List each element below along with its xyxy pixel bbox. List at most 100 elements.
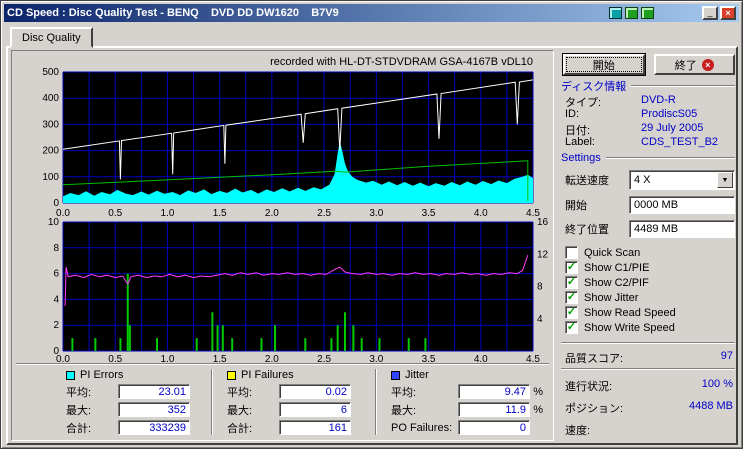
- speed-value: 4 X: [634, 174, 651, 186]
- stat-label: 最大:: [391, 404, 417, 417]
- checkbox-show-read-speed[interactable]: ✓ Show Read Speed: [565, 306, 676, 319]
- disc-type-value: DVD-R: [641, 94, 676, 106]
- stat-value: 0.02: [279, 384, 351, 399]
- checkbox-box[interactable]: ✓: [565, 261, 578, 274]
- stat-row: 合計: 333239: [66, 420, 190, 435]
- checkbox-show-write-speed[interactable]: ✓ Show Write Speed: [565, 321, 675, 334]
- stat-row: 合計: 161: [227, 420, 351, 435]
- position-label: ポジション:: [565, 403, 624, 415]
- stat-label: 最大:: [227, 404, 253, 417]
- svg-text:2: 2: [53, 320, 59, 331]
- app-window: CD Speed : Disc Quality Test - BENQ DVD …: [0, 0, 743, 449]
- settings-header: Settings: [561, 152, 735, 164]
- tab-disc-quality[interactable]: Disc Quality: [10, 27, 93, 48]
- stat-label: 平均:: [391, 386, 417, 399]
- svg-text:10: 10: [48, 217, 60, 228]
- start-position-input[interactable]: 0000 MB: [629, 196, 735, 214]
- stat-row: PO Failures: 0: [391, 420, 543, 435]
- dropdown-button[interactable]: ▼: [717, 172, 733, 188]
- stat-value: 161: [279, 420, 351, 435]
- jitter-swatch: [391, 370, 400, 380]
- pi-errors-swatch: [66, 370, 75, 380]
- disc-label-value: CDS_TEST_B2: [641, 136, 719, 148]
- stat-row: 平均: 23.01: [66, 384, 190, 399]
- end-position-row: 終了位置 4489 MB: [565, 220, 735, 238]
- check-icon: ✓: [566, 306, 577, 318]
- checkbox-box[interactable]: ✓: [565, 276, 578, 289]
- checkbox-box[interactable]: ✓: [565, 291, 578, 304]
- svg-text:500: 500: [42, 67, 59, 78]
- svg-text:8: 8: [537, 282, 543, 293]
- stat-value: 9.47: [458, 384, 530, 399]
- progress-label: 進行状況:: [565, 381, 613, 393]
- stat-value: 23.01: [118, 384, 190, 399]
- speed-select[interactable]: 4 X ▼: [629, 170, 735, 190]
- stat-label: 合計:: [227, 422, 253, 435]
- titlebar[interactable]: CD Speed : Disc Quality Test - BENQ DVD …: [4, 4, 739, 22]
- checkbox-show-jitter[interactable]: ✓ Show Jitter: [565, 291, 638, 304]
- book-icon[interactable]: [641, 7, 654, 19]
- stat-value: 333239: [118, 420, 190, 435]
- stat-label: 最大:: [66, 404, 92, 417]
- svg-text:4: 4: [537, 314, 543, 325]
- end-position-label: 終了位置: [565, 224, 609, 236]
- stat-value: 352: [118, 402, 190, 417]
- checkbox-label: Show C1/PIE: [584, 261, 650, 274]
- start-position-label: 開始: [565, 200, 587, 212]
- progress-row: 進行状況: 100 %: [565, 378, 733, 393]
- pi-errors-legend-label: PI Errors: [80, 369, 124, 381]
- checkbox-label: Show Write Speed: [584, 321, 675, 334]
- close-icon: ×: [725, 7, 731, 18]
- disc-type-label: タイプ:: [565, 97, 602, 109]
- svg-text:8: 8: [53, 243, 59, 254]
- stat-unit: %: [533, 403, 543, 416]
- check-icon: ✓: [566, 291, 577, 303]
- minimize-button[interactable]: _: [702, 6, 718, 20]
- check-icon: ✓: [566, 276, 577, 288]
- checkbox-box[interactable]: ✓: [565, 306, 578, 319]
- disc-icon[interactable]: [625, 7, 638, 19]
- speed-row: 転送速度 4 X ▼: [565, 170, 735, 190]
- tab-page: recorded with HL-DT-STDVDRAM GSA-4167B v…: [6, 46, 738, 445]
- disc-date-row: 日付: 29 July 2005: [565, 122, 735, 137]
- checkbox-box[interactable]: ✓: [565, 321, 578, 334]
- progress-value: 100 %: [701, 378, 733, 390]
- check-icon: ✓: [566, 321, 577, 333]
- svg-text:200: 200: [42, 146, 59, 157]
- separator: [561, 368, 735, 370]
- exit-button[interactable]: 終了 ×: [653, 54, 735, 75]
- disc-label-label: Label:: [565, 136, 595, 148]
- separator: [211, 369, 213, 435]
- svg-text:400: 400: [42, 93, 59, 104]
- checkbox-quick-scan[interactable]: ✓ Quick Scan: [565, 246, 640, 259]
- chevron-down-icon: ▼: [721, 176, 729, 184]
- jitter-stats: Jitter 平均: 9.47 % 最大: 11.9 % PO Failures…: [391, 369, 543, 435]
- jitter-pif-chart: 0.0 0.5 1.0 1.5 2.0 2.5 3.0 3.5 4.0 4.50246810481…: [48, 217, 549, 365]
- exit-button-label: 終了: [674, 59, 697, 72]
- disc-id-row: ID: ProdiscS05: [565, 108, 735, 121]
- window-title: CD Speed : Disc Quality Test - BENQ DVD …: [7, 7, 339, 19]
- pi-failures-legend-label: PI Failures: [241, 369, 294, 381]
- svg-text:12: 12: [537, 249, 549, 260]
- stat-value: 6: [279, 402, 351, 417]
- speed-status-row: 速度:: [565, 422, 733, 437]
- chart-panel: recorded with HL-DT-STDVDRAM GSA-4167B v…: [11, 50, 554, 441]
- start-button[interactable]: 開始: [563, 54, 645, 75]
- position-value: 4488 MB: [688, 400, 733, 412]
- end-position-input[interactable]: 4489 MB: [629, 220, 735, 238]
- stat-value: 11.9: [458, 402, 530, 417]
- screen-icon[interactable]: [609, 7, 622, 19]
- disc-info-header: ディスク情報: [561, 78, 735, 94]
- settings-title: Settings: [561, 152, 601, 164]
- svg-text:300: 300: [42, 119, 59, 130]
- checkbox-label: Show Jitter: [584, 291, 639, 304]
- checkbox-show-c1-pie[interactable]: ✓ Show C1/PIE: [565, 261, 649, 274]
- stat-unit: %: [533, 385, 543, 398]
- close-button[interactable]: ×: [720, 6, 736, 20]
- position-row: ポジション: 4488 MB: [565, 400, 733, 415]
- stat-label: 平均:: [66, 386, 92, 399]
- disc-date-label: 日付:: [565, 125, 591, 137]
- separator: [631, 85, 735, 87]
- checkbox-box[interactable]: ✓: [565, 246, 578, 259]
- checkbox-show-c2-pif[interactable]: ✓ Show C2/PIF: [565, 276, 649, 289]
